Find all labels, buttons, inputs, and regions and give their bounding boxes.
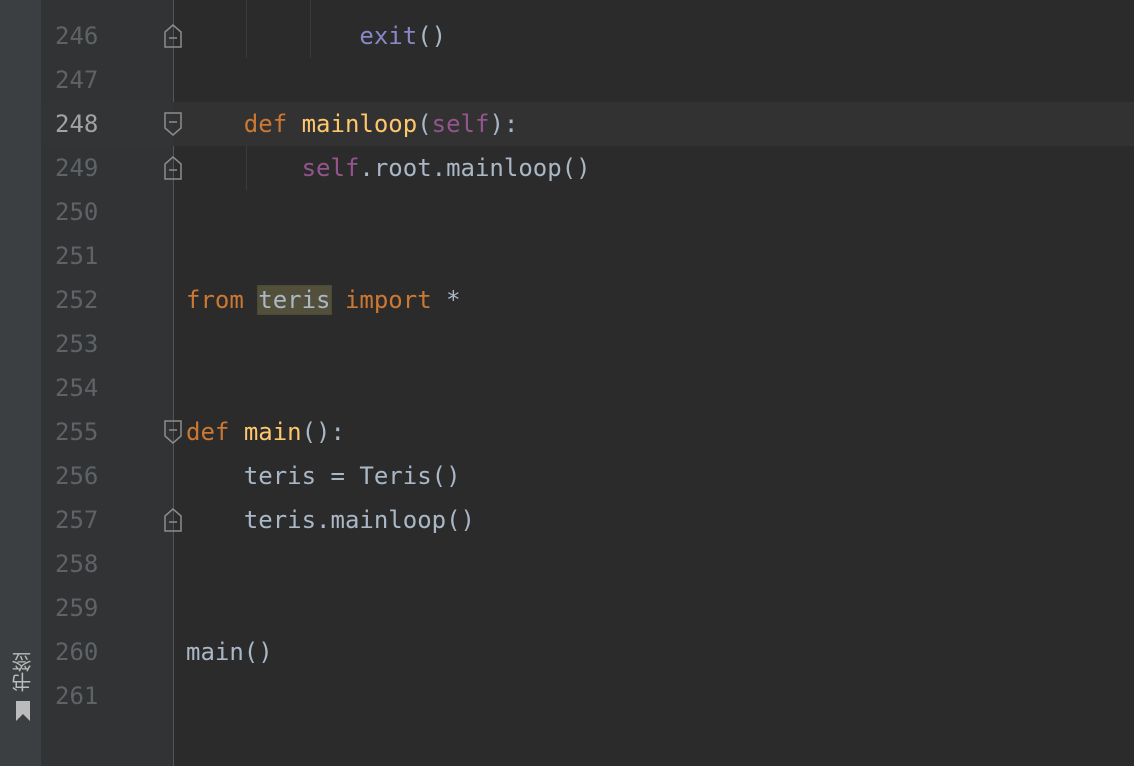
code-token: main (243, 418, 302, 446)
fold-end-icon[interactable] (164, 508, 182, 532)
highlighted-identifier: teris (257, 285, 332, 315)
line-number-text: 257 (55, 506, 99, 534)
code-line[interactable]: 254 (41, 366, 1134, 410)
fold-end-icon[interactable] (164, 24, 182, 48)
code-text: teris = Teris() (186, 454, 461, 498)
line-number-text: 247 (55, 66, 99, 94)
code-text: teris.mainloop() (186, 498, 475, 542)
code-text: def mainloop(self): (186, 102, 519, 146)
code-token: def (186, 418, 230, 446)
code-token: () (417, 22, 447, 50)
code-line[interactable]: 257 teris.mainloop() (41, 498, 1134, 542)
line-number-text: 259 (55, 594, 99, 622)
fold-collapse-icon[interactable] (164, 420, 182, 444)
code-token: teris = Teris() (186, 462, 461, 490)
line-number[interactable]: 260 (41, 630, 173, 674)
code-token: self (301, 154, 360, 182)
line-number (41, 0, 173, 14)
code-token: * (431, 286, 461, 314)
line-number[interactable]: 251 (41, 234, 173, 278)
line-number-text: 253 (55, 330, 99, 358)
code-token: from (186, 286, 244, 314)
code-token: mainloop (301, 110, 418, 138)
code-text: exit() (186, 14, 446, 58)
code-token: .root.mainloop() (359, 154, 591, 182)
code-token: exit (359, 22, 418, 50)
line-number-text: 254 (55, 374, 99, 402)
line-number-text: 246 (55, 22, 99, 50)
indent-guide (246, 146, 247, 190)
line-number[interactable]: 255 (41, 410, 182, 454)
code-token: (): (301, 418, 345, 446)
code-line-clipped (41, 0, 1134, 14)
line-number-text: 251 (55, 242, 99, 270)
code-line[interactable]: 260 main() (41, 630, 1134, 674)
code-line[interactable]: 253 (41, 322, 1134, 366)
code-line[interactable]: 246 exit() (41, 14, 1134, 58)
code-token: ): (489, 110, 519, 138)
line-number[interactable]: 254 (41, 366, 173, 410)
code-line[interactable]: 247 (41, 58, 1134, 102)
tool-window-strip: 书签 (0, 0, 41, 766)
line-number[interactable]: 246 (41, 14, 182, 58)
line-number[interactable]: 259 (41, 586, 173, 630)
code-line[interactable]: 256 teris = Teris() (41, 454, 1134, 498)
line-number-text: 248 (55, 110, 99, 138)
line-number[interactable]: 261 (41, 674, 173, 718)
code-text: main() (186, 630, 273, 674)
code-text: def main(): (186, 410, 345, 454)
code-token: import (344, 286, 432, 314)
line-number[interactable]: 252 (41, 278, 173, 322)
code-line[interactable]: 258 (41, 542, 1134, 586)
code-line[interactable]: 249 self.root.mainloop() (41, 146, 1134, 190)
bookmark-icon (16, 701, 30, 721)
code-line[interactable]: 255 def main(): (41, 410, 1134, 454)
line-number-text: 255 (55, 418, 99, 446)
line-number-text: 260 (55, 638, 99, 666)
line-number[interactable]: 247 (41, 58, 173, 102)
bookmarks-tab-label: 书签 (11, 652, 35, 692)
line-number[interactable]: 256 (41, 454, 173, 498)
line-number[interactable]: 249 (41, 146, 182, 190)
code-line[interactable]: 259 (41, 586, 1134, 630)
line-number-text: 250 (55, 198, 99, 226)
line-number-text: 258 (55, 550, 99, 578)
code-token: main() (186, 638, 273, 666)
indent-guide (246, 0, 247, 58)
code-line[interactable]: 251 (41, 234, 1134, 278)
indent-guide (310, 0, 311, 58)
line-number-text: 261 (55, 682, 99, 710)
code-text: from teris import * (186, 278, 461, 322)
line-number[interactable]: 250 (41, 190, 173, 234)
line-number-text: 256 (55, 462, 99, 490)
code-line[interactable]: 252 from teris import * (41, 278, 1134, 322)
line-number[interactable]: 258 (41, 542, 173, 586)
line-number-text: 249 (55, 154, 99, 182)
code-line[interactable]: 248 def mainloop(self): (41, 102, 1134, 146)
line-number[interactable]: 257 (41, 498, 182, 542)
code-line[interactable]: 261 (41, 674, 1134, 718)
fold-collapse-icon[interactable] (164, 112, 182, 136)
line-number[interactable]: 248 (41, 102, 182, 146)
code-token: teris.mainloop() (186, 506, 475, 534)
code-token: ( (417, 110, 432, 138)
line-number[interactable]: 253 (41, 322, 173, 366)
fold-end-icon[interactable] (164, 156, 182, 180)
line-number-text: 252 (55, 286, 99, 314)
code-token: self (431, 110, 490, 138)
code-token: def (243, 110, 288, 138)
code-line[interactable]: 250 (41, 190, 1134, 234)
bookmarks-tool-button[interactable]: 书签 (8, 652, 38, 742)
